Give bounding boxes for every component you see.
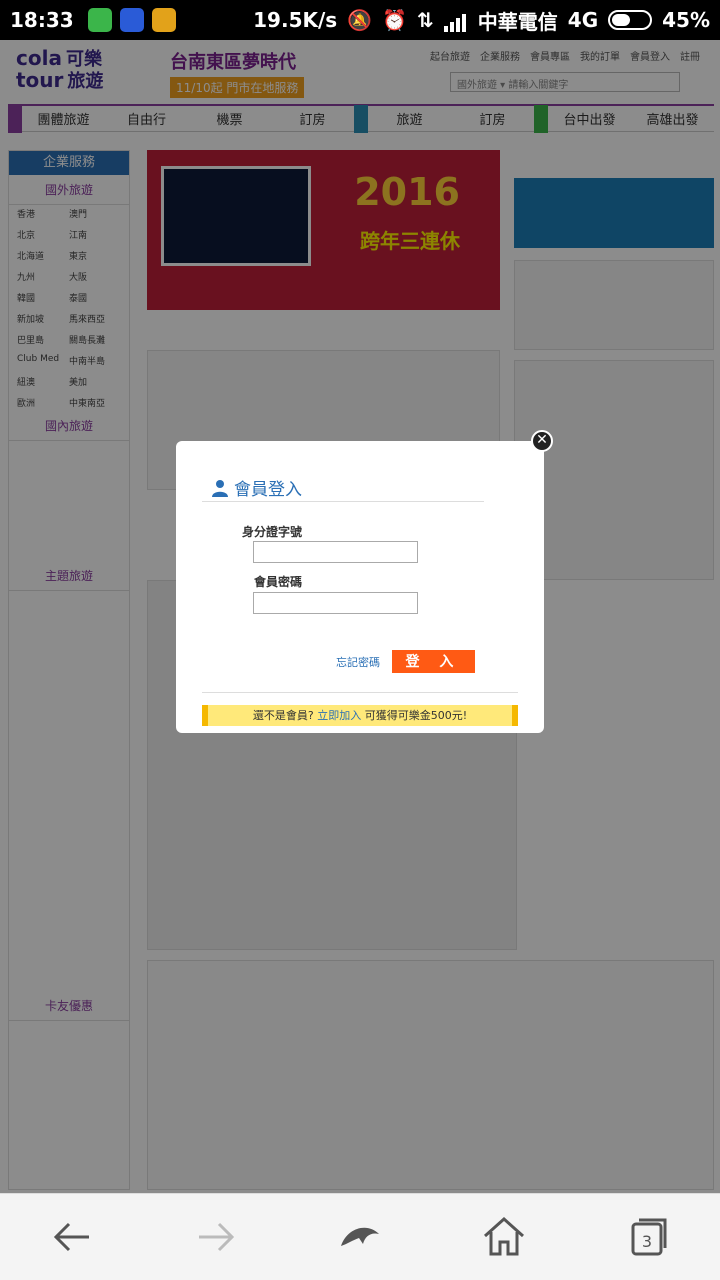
menu-button[interactable] [325,1202,395,1272]
status-time: 18:33 [10,8,74,32]
login-modal: 會員登入 身分證字號 會員密碼 忘記密碼 登 入 還不是會員? 立即加入 可獲得… [176,441,544,733]
browser-nav-bar: 3 [0,1193,720,1280]
line-app-icon [87,8,112,32]
forward-button[interactable] [181,1202,251,1272]
tabs-icon: 3 [631,1218,667,1256]
game-app-icon [151,8,176,32]
carrier-name: 中華電信 [477,9,558,34]
back-button[interactable] [37,1202,107,1272]
app-notification-icon [119,8,144,32]
login-button[interactable]: 登 入 [392,650,475,673]
arrow-left-icon [53,1222,89,1252]
dolphin-icon [341,1227,379,1246]
password-input[interactable] [253,592,418,614]
divider [202,501,484,502]
forgot-password-link[interactable]: 忘記密碼 [336,654,380,670]
alarm-icon: ⏰ [382,8,408,32]
data-transfer-icon: ⇅ [417,8,434,32]
status-bar: 18:33 19.5K/s 🔕 ⏰ ⇅ 中華電信 4G 45% [0,0,720,40]
network-type: 4G [567,8,599,32]
id-label: 身分證字號 [242,525,303,539]
password-label: 會員密碼 [254,575,303,589]
mute-icon: 🔕 [347,8,373,32]
id-number-input[interactable] [253,541,418,563]
member-signup-bar: 還不是會員? 立即加入 可獲得可樂金500元! [202,705,518,726]
battery-icon [608,10,653,30]
network-speed: 19.5K/s [253,8,338,32]
home-icon [483,1216,525,1256]
signal-icon [443,8,468,32]
battery-level: 45% [662,8,710,32]
tabs-button[interactable]: 3 [613,1202,683,1272]
join-now-link[interactable]: 立即加入 [317,709,361,722]
modal-title-text: 會員登入 [234,480,302,500]
user-icon [212,479,228,497]
modal-title: 會員登入 [212,475,302,500]
home-button[interactable] [469,1202,539,1272]
close-icon[interactable]: ✕ [531,430,553,452]
arrow-right-icon [199,1222,235,1252]
tab-count: 3 [642,1232,652,1251]
divider [202,692,518,693]
